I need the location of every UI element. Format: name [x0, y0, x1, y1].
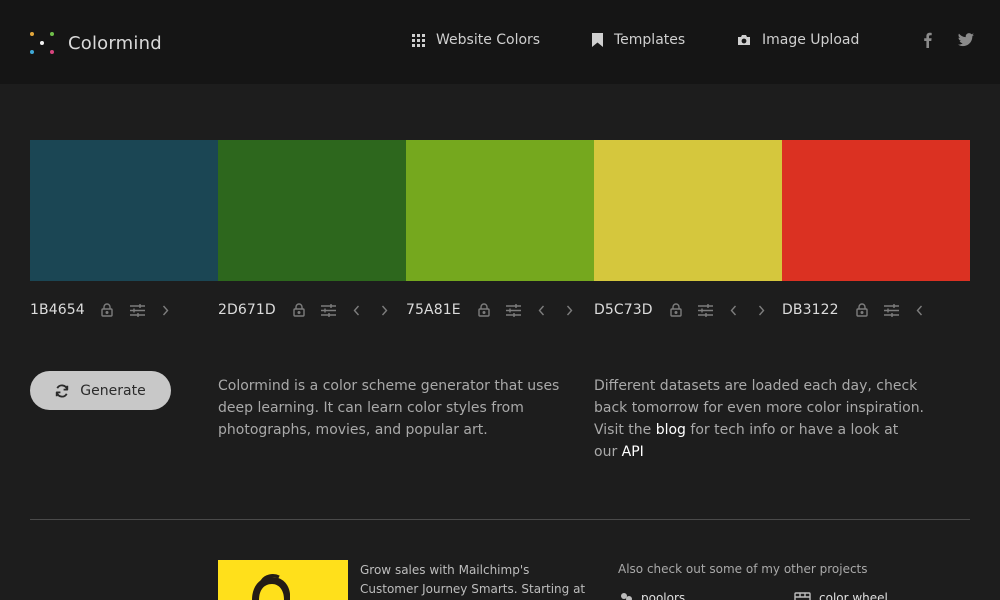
logo[interactable]: Colormind — [30, 30, 162, 56]
ad-text[interactable]: Grow sales with Mailchimp's Customer Jou… — [360, 561, 590, 599]
chevron-left-icon[interactable] — [730, 305, 737, 316]
nav-image-upload[interactable]: Image Upload — [737, 32, 859, 48]
generate-label: Generate — [80, 382, 146, 399]
hex-value[interactable]: DB3122 — [782, 302, 839, 318]
color-swatch-4[interactable] — [594, 140, 782, 281]
adjust-icon[interactable] — [883, 303, 899, 317]
nav-label: Website Colors — [436, 32, 541, 48]
swatch-controls-2: 2D671D — [218, 300, 388, 320]
intro-text: Colormind is a color scheme generator th… — [218, 378, 560, 438]
twitter-icon — [958, 33, 974, 47]
chevron-right-icon[interactable] — [381, 305, 388, 316]
nav-label: Templates — [614, 32, 686, 48]
facebook-link[interactable] — [923, 32, 932, 52]
color-swatch-2[interactable] — [218, 140, 406, 281]
generate-button[interactable]: Generate — [30, 371, 171, 410]
nav-website-colors[interactable]: Website Colors — [412, 32, 540, 48]
chevron-right-icon[interactable] — [162, 305, 169, 316]
lock-icon[interactable] — [477, 303, 490, 317]
hex-value[interactable]: 75A81E — [406, 302, 461, 318]
nav-templates[interactable]: Templates — [592, 32, 685, 48]
hex-value[interactable]: 2D671D — [218, 302, 276, 318]
color-wheel-icon — [794, 592, 811, 600]
datasets-text: Different datasets are loaded each day, … — [594, 375, 924, 463]
logo-icon — [30, 30, 54, 56]
poolors-icon — [621, 593, 632, 600]
swatch-controls-5: DB3122 — [782, 300, 923, 320]
adjust-icon[interactable] — [320, 303, 336, 317]
color-swatch-1[interactable] — [30, 140, 218, 281]
chevron-right-icon[interactable] — [566, 305, 573, 316]
twitter-link[interactable] — [958, 32, 974, 51]
chevron-left-icon[interactable] — [916, 305, 923, 316]
swatch-controls-3: 75A81E — [406, 300, 573, 320]
facebook-icon — [924, 32, 932, 48]
bookmark-icon — [592, 33, 603, 47]
lock-icon[interactable] — [101, 303, 113, 317]
adjust-icon[interactable] — [129, 303, 145, 317]
adjust-icon[interactable] — [505, 303, 521, 317]
projects-title: Also check out some of my other projects — [618, 562, 868, 576]
project-label: poolors — [641, 591, 686, 600]
color-swatch-3[interactable] — [406, 140, 594, 281]
refresh-icon — [56, 384, 69, 397]
divider — [30, 519, 970, 520]
logo-text: Colormind — [68, 32, 162, 54]
project-label: color wheel — [819, 591, 888, 600]
hex-value[interactable]: 1B4654 — [30, 302, 85, 318]
lock-icon[interactable] — [293, 303, 305, 317]
nav-label: Image Upload — [762, 32, 860, 48]
chevron-left-icon[interactable] — [538, 305, 545, 316]
lock-icon[interactable] — [855, 303, 868, 317]
camera-icon — [738, 35, 750, 45]
color-swatch-5[interactable] — [782, 140, 970, 281]
mailchimp-logo-icon — [252, 574, 290, 600]
ad-image[interactable] — [218, 560, 348, 600]
swatch-controls-4: D5C73D — [594, 300, 765, 320]
lock-icon[interactable] — [669, 303, 682, 317]
chevron-right-icon[interactable] — [758, 305, 765, 316]
project-link-poolors[interactable]: poolors — [620, 591, 685, 600]
project-link-color-wheel[interactable]: color wheel — [794, 591, 888, 600]
blog-link[interactable]: blog — [656, 422, 686, 438]
hex-value[interactable]: D5C73D — [594, 302, 653, 318]
grid-icon — [412, 33, 425, 47]
top-navigation-bar: Colormind Website Colors Templates Image… — [0, 0, 1000, 84]
adjust-icon[interactable] — [697, 303, 713, 317]
chevron-left-icon[interactable] — [353, 305, 360, 316]
swatch-controls-1: 1B4654 — [30, 300, 169, 320]
api-link[interactable]: API — [622, 444, 644, 460]
